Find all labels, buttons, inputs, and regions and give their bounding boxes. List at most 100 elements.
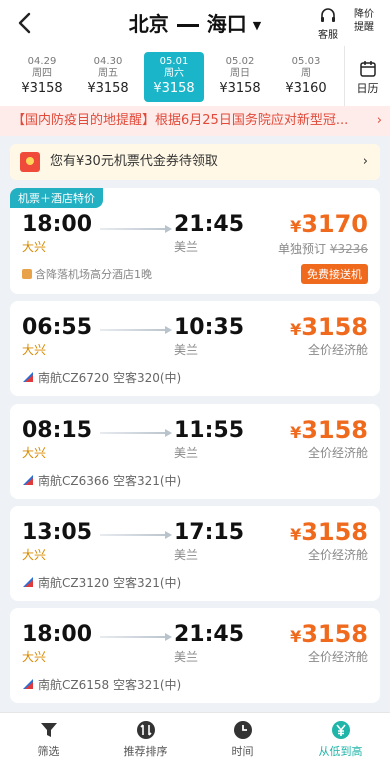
separate-booking-label: 单独预订 bbox=[277, 242, 326, 256]
original-price: ¥3236 bbox=[329, 242, 368, 256]
price-value: 3158 bbox=[301, 620, 368, 648]
departure-time: 08:15 bbox=[22, 418, 93, 443]
tab-label: 从低到高 bbox=[318, 745, 363, 758]
cabin-class: 全价经济舱 bbox=[307, 343, 368, 357]
flight-card[interactable]: 13:05 17:15 大兴 美兰 ¥3158 全价经济舱 南航CZ3120 空… bbox=[10, 506, 380, 601]
date-option[interactable]: 05.02 周日 ¥3158 bbox=[210, 52, 270, 102]
date-option[interactable]: 05.03 周 ¥3160 bbox=[276, 52, 336, 102]
flight-card[interactable]: 06:55 10:35 大兴 美兰 ¥3158 全价经济舱 南航CZ6720 空… bbox=[10, 301, 380, 396]
arrival-time: 21:45 bbox=[174, 212, 245, 237]
date-option-selected[interactable]: 05.01 周六 ¥3158 bbox=[144, 52, 204, 102]
flight-route-line bbox=[100, 225, 172, 233]
sort-icon bbox=[136, 721, 155, 739]
currency-symbol: ¥ bbox=[290, 423, 302, 442]
price-alert-button[interactable]: 降价 提醒 bbox=[348, 8, 380, 34]
currency-symbol: ¥ bbox=[290, 627, 302, 646]
airline-text: 南航CZ6366 空客321(中) bbox=[38, 474, 182, 488]
airline-info: 南航CZ6366 空客321(中) bbox=[22, 472, 181, 489]
chevron-right-icon: › bbox=[376, 113, 382, 128]
airline-text: 南航CZ3120 空客321(中) bbox=[38, 576, 182, 590]
red-envelope-icon bbox=[20, 152, 40, 172]
date-selector: 04.29 周四 ¥3158 04.30 周五 ¥3158 05.01 周六 ¥… bbox=[0, 46, 390, 106]
departure-airport: 大兴 bbox=[22, 240, 47, 254]
currency-symbol: ¥ bbox=[290, 525, 302, 544]
filter-icon bbox=[40, 723, 57, 737]
calendar-label: 日历 bbox=[356, 82, 379, 95]
arrival-time: 11:55 bbox=[174, 418, 245, 443]
price-alert-label: 降价 提醒 bbox=[354, 9, 374, 33]
bottom-filter-bar: 筛选 推荐排序 时间 从低到高 bbox=[0, 712, 390, 764]
currency-symbol: ¥ bbox=[290, 320, 302, 339]
date-price: ¥3158 bbox=[153, 81, 195, 96]
tab-time[interactable]: 时间 bbox=[194, 713, 291, 764]
flight-card[interactable]: 18:00 21:45 大兴 美兰 ¥3158 全价经济舱 南航CZ6158 空… bbox=[10, 608, 380, 703]
flight-price: ¥3158 bbox=[290, 313, 368, 341]
arrival-airport: 美兰 bbox=[174, 343, 199, 357]
airline-text: 南航CZ6158 空客321(中) bbox=[38, 678, 182, 692]
arrival-airport: 美兰 bbox=[174, 240, 199, 254]
customer-service-button[interactable]: 客服 bbox=[318, 7, 338, 41]
currency-symbol: ¥ bbox=[290, 217, 302, 236]
china-southern-logo-icon bbox=[23, 372, 33, 382]
top-nav-bar: 北京 海口 ▼ 客服 降价 提醒 bbox=[0, 0, 390, 46]
calendar-button[interactable]: 日历 bbox=[344, 46, 390, 106]
tab-label: 时间 bbox=[231, 745, 254, 758]
hotel-text: 含降落机场高分酒店1晚 bbox=[35, 268, 152, 281]
flight-price: ¥3158 bbox=[290, 518, 368, 546]
arrival-time: 17:15 bbox=[174, 520, 245, 545]
price-description: 单独预订 ¥3236 bbox=[278, 240, 368, 257]
cabin-class: 全价经济舱 bbox=[307, 446, 368, 460]
date-price: ¥3160 bbox=[285, 81, 327, 96]
chevron-right-icon: › bbox=[362, 154, 368, 169]
departure-airport: 大兴 bbox=[22, 343, 47, 357]
tab-label: 筛选 bbox=[37, 745, 60, 758]
clock-icon bbox=[233, 721, 252, 739]
customer-service-label: 客服 bbox=[318, 30, 338, 41]
free-pickup-badge: 免费接送机 bbox=[301, 264, 368, 284]
date-day: 04.30 bbox=[93, 56, 123, 67]
date-weekday: 周 bbox=[301, 68, 311, 79]
china-southern-logo-icon bbox=[23, 577, 33, 587]
destination-city: 海口 bbox=[206, 12, 247, 36]
origin-city: 北京 bbox=[128, 12, 169, 36]
airline-info: 南航CZ6720 空客320(中) bbox=[22, 369, 181, 386]
date-weekday: 周六 bbox=[164, 68, 184, 79]
date-day: 05.03 bbox=[291, 56, 321, 67]
airline-text: 南航CZ6720 空客320(中) bbox=[38, 371, 182, 385]
epidemic-notice-banner[interactable]: 【国内防疫目的地提醒】根据6月25日国务院应对新型冠... › bbox=[0, 106, 390, 136]
tab-label: 推荐排序 bbox=[123, 745, 168, 758]
coupon-banner[interactable]: 您有¥30元机票代金券待领取 › bbox=[10, 144, 380, 180]
flight-card[interactable]: 机票＋酒店特价 18:00 21:45 大兴 美兰 ¥3170 单独预订 ¥32… bbox=[10, 188, 380, 294]
departure-time: 18:00 bbox=[22, 212, 93, 237]
departure-airport: 大兴 bbox=[22, 650, 47, 664]
flight-route-line bbox=[100, 633, 172, 641]
caret-down-icon: ▼ bbox=[252, 19, 262, 32]
date-option[interactable]: 04.30 周五 ¥3158 bbox=[78, 52, 138, 102]
tab-filter[interactable]: 筛选 bbox=[0, 713, 97, 764]
calendar-icon bbox=[359, 61, 376, 77]
price-value: 3158 bbox=[301, 416, 368, 444]
arrival-airport: 美兰 bbox=[174, 548, 199, 562]
date-weekday: 周日 bbox=[230, 68, 250, 79]
date-option[interactable]: 04.29 周四 ¥3158 bbox=[12, 52, 72, 102]
cabin-class: 全价经济舱 bbox=[307, 650, 368, 664]
price-value: 3158 bbox=[301, 518, 368, 546]
airline-info: 南航CZ6158 空客321(中) bbox=[22, 676, 181, 693]
departure-time: 13:05 bbox=[22, 520, 93, 545]
flight-route-line bbox=[100, 429, 172, 437]
hotel-icon bbox=[22, 269, 32, 279]
departure-airport: 大兴 bbox=[22, 548, 47, 562]
china-southern-logo-icon bbox=[23, 679, 33, 689]
flight-card[interactable]: 08:15 11:55 大兴 美兰 ¥3158 全价经济舱 南航CZ6366 空… bbox=[10, 404, 380, 499]
flight-route-line bbox=[100, 531, 172, 539]
tab-price-low-to-high[interactable]: 从低到高 bbox=[291, 713, 390, 764]
date-weekday: 周五 bbox=[98, 68, 118, 79]
notice-text: 【国内防疫目的地提醒】根据6月25日国务院应对新型冠... bbox=[12, 113, 349, 128]
price-value: 3158 bbox=[301, 313, 368, 341]
date-day: 05.01 bbox=[159, 56, 189, 67]
price-value: 3170 bbox=[301, 210, 368, 238]
coupon-text: 您有¥30元机票代金券待领取 bbox=[50, 154, 218, 169]
tab-recommended-sort[interactable]: 推荐排序 bbox=[97, 713, 194, 764]
date-price: ¥3158 bbox=[219, 81, 261, 96]
arrival-airport: 美兰 bbox=[174, 446, 199, 460]
